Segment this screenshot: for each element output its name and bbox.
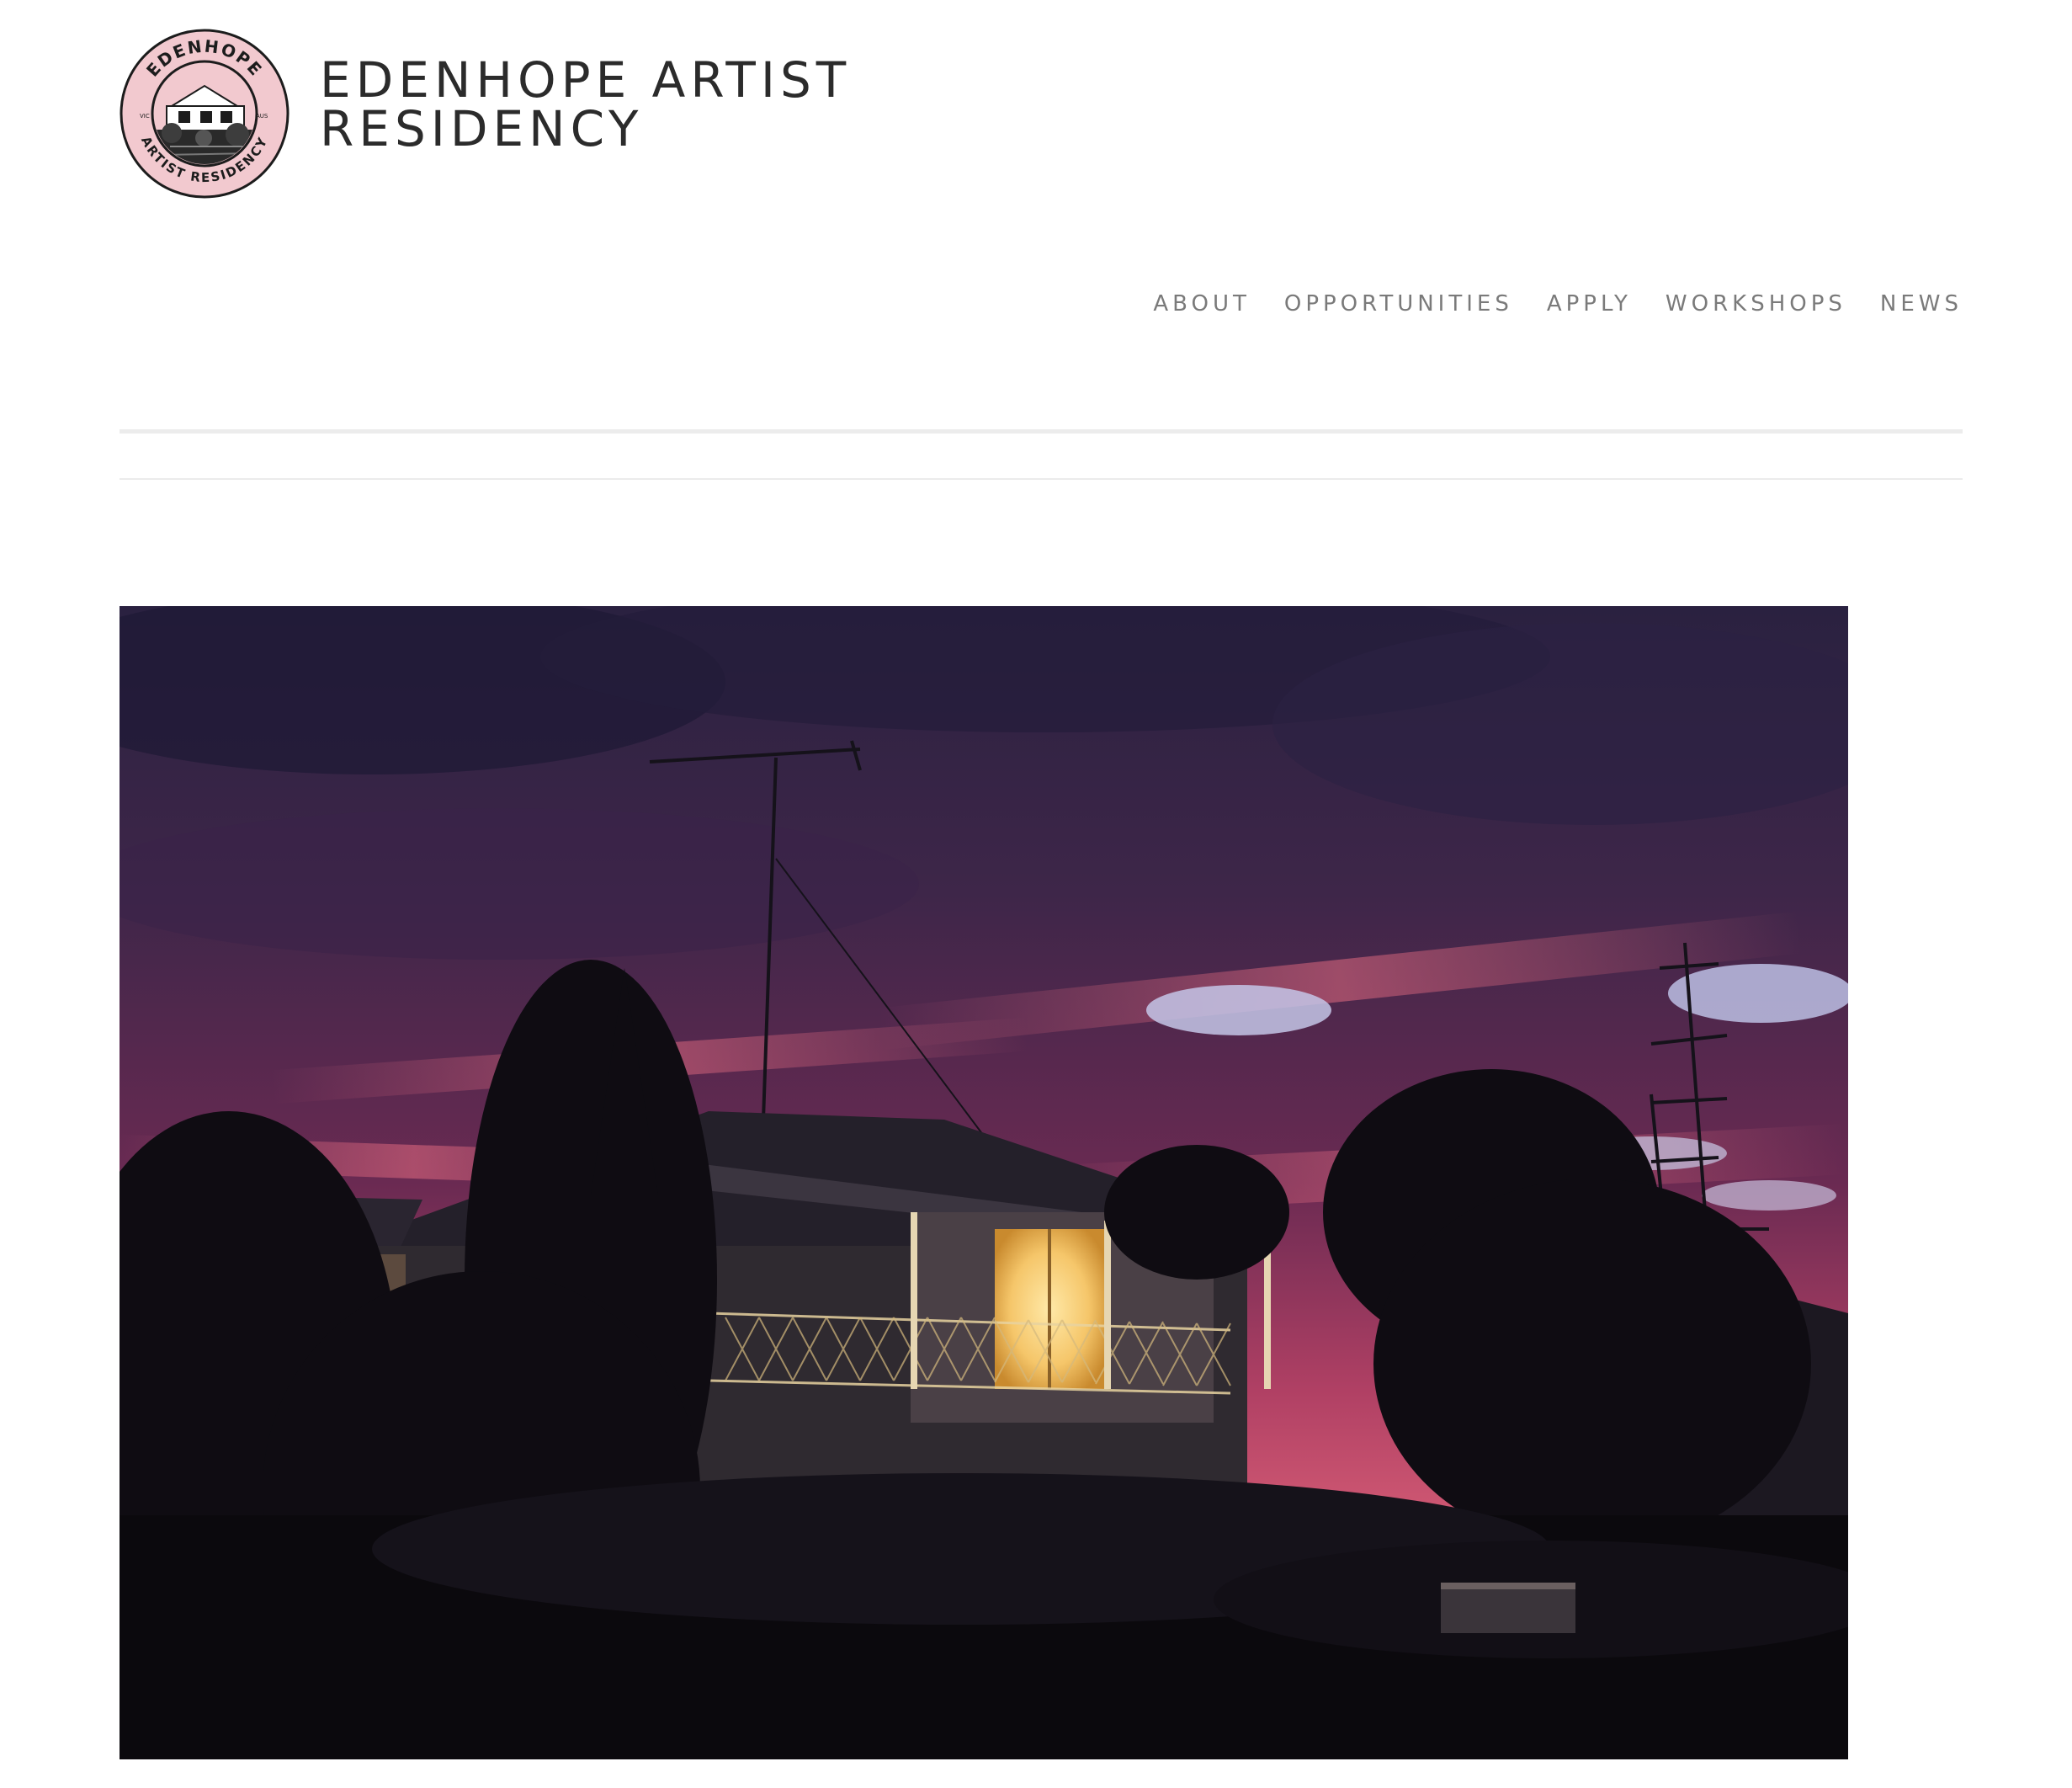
nav-workshops[interactable]: WORKSHOPS xyxy=(1666,291,1846,317)
header-divider xyxy=(120,429,1963,434)
site-title-line-1: EDENHOPE ARTIST xyxy=(320,51,852,109)
hero-image xyxy=(120,606,1848,1759)
site-title-line-2: RESIDENCY xyxy=(320,100,644,157)
logo-link[interactable]: EDENHOPE ARTIST RESIDENCY VIC AUS xyxy=(120,29,290,199)
nav-opportunities[interactable]: OPPORTUNITIES xyxy=(1284,291,1513,317)
content-divider xyxy=(120,478,1963,480)
site-title[interactable]: EDENHOPE ARTIST RESIDENCY xyxy=(320,56,851,153)
nav-about[interactable]: ABOUT xyxy=(1153,291,1251,317)
nav-news[interactable]: NEWS xyxy=(1880,291,1963,317)
edenhope-badge-logo-icon: EDENHOPE ARTIST RESIDENCY VIC AUS xyxy=(120,29,290,199)
main-nav: ABOUT OPPORTUNITIES APPLY WORKSHOPS NEWS xyxy=(1153,291,1963,317)
logo-left-mark: VIC xyxy=(140,113,150,120)
logo-right-mark: AUS xyxy=(256,113,268,120)
house-at-dusk-photo xyxy=(120,606,1848,1759)
nav-apply[interactable]: APPLY xyxy=(1547,291,1632,317)
